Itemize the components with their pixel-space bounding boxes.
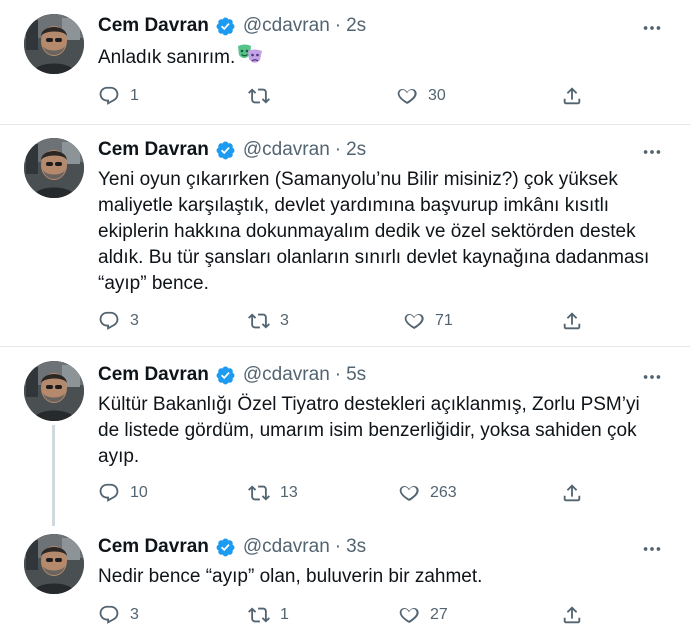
retweet-icon bbox=[248, 310, 270, 332]
tweet-actions: 1 30 bbox=[98, 83, 598, 109]
tweet-text-line: maliyetle karşılaştık, devlet yardımına … bbox=[98, 195, 610, 216]
tweet[interactable]: Cem Davran @cdavran · 2s Yeni oyun çıkar… bbox=[0, 125, 690, 345]
tweet-actions: 10 13 263 bbox=[98, 480, 598, 506]
tweet-text-line: aldık. Bu tür şansları olanların sınırlı… bbox=[98, 247, 650, 268]
tweet-text-line: Yeni oyun çıkarırken (Samanyolu’nu Bilir… bbox=[98, 169, 618, 190]
share-icon bbox=[561, 310, 583, 332]
tweet-text: Nedir bence “ayıp” olan, buluverin bir z… bbox=[98, 564, 673, 590]
avatar[interactable] bbox=[24, 14, 84, 74]
author-name[interactable]: Cem Davran bbox=[98, 536, 209, 558]
like-count: 263 bbox=[430, 484, 457, 501]
heart-icon bbox=[396, 85, 418, 107]
share-button[interactable] bbox=[561, 308, 583, 334]
avatar[interactable] bbox=[24, 361, 84, 421]
tweet-text: Yeni oyun çıkarırken (Samanyolu’nu Bilir… bbox=[98, 167, 673, 297]
share-icon bbox=[561, 604, 583, 626]
more-icon[interactable] bbox=[640, 537, 664, 561]
tweet-header: Cem Davran @cdavran · 2s bbox=[98, 138, 366, 162]
share-button[interactable] bbox=[561, 83, 583, 109]
reply-button[interactable]: 1 bbox=[98, 83, 139, 109]
retweet-icon bbox=[248, 482, 270, 504]
avatar[interactable] bbox=[24, 138, 84, 198]
reply-count: 1 bbox=[130, 87, 139, 104]
tweet-actions: 3 1 27 bbox=[98, 602, 598, 628]
retweet-count: 3 bbox=[280, 312, 289, 329]
separator: · bbox=[334, 536, 342, 557]
tweet-text-line: ekiplerin hakkına dokunmayalım dedik ve … bbox=[98, 221, 636, 242]
retweet-button[interactable]: 1 bbox=[248, 602, 289, 628]
like-count: 30 bbox=[428, 87, 446, 104]
reply-count: 3 bbox=[130, 606, 139, 623]
separator: · bbox=[334, 15, 342, 36]
more-icon[interactable] bbox=[640, 140, 664, 164]
like-button[interactable]: 71 bbox=[403, 308, 453, 334]
reply-button[interactable]: 10 bbox=[98, 480, 148, 506]
separator: · bbox=[334, 139, 342, 160]
retweet-button[interactable]: 13 bbox=[248, 480, 298, 506]
reply-button[interactable]: 3 bbox=[98, 602, 139, 628]
author-handle[interactable]: @cdavran bbox=[243, 139, 330, 161]
author-name[interactable]: Cem Davran bbox=[98, 15, 209, 37]
author-handle[interactable]: @cdavran bbox=[243, 536, 330, 558]
tweet-text-line: ayıp. bbox=[98, 446, 140, 467]
tweet-text: Kültür Bakanlığı Özel Tiyatro destekleri… bbox=[98, 392, 673, 470]
reply-icon bbox=[98, 85, 120, 107]
reply-count: 3 bbox=[130, 312, 139, 329]
thread-line bbox=[52, 425, 55, 526]
author-handle[interactable]: @cdavran bbox=[243, 364, 330, 386]
tweet-text-line: Anladık sanırım. bbox=[98, 44, 673, 74]
separator: · bbox=[334, 364, 342, 385]
tweet-text-line: de listede gördüm, umarım isim benzerliğ… bbox=[98, 420, 637, 441]
share-button[interactable] bbox=[561, 480, 583, 506]
share-icon bbox=[561, 85, 583, 107]
heart-icon bbox=[398, 482, 420, 504]
performing-arts-masks-emoji bbox=[237, 44, 263, 74]
tweet-text-line: Nedir bence “ayıp” olan, buluverin bir z… bbox=[98, 566, 483, 587]
tweet[interactable]: Cem Davran @cdavran · 5s Kültür Bakanlığ… bbox=[0, 347, 690, 526]
timestamp[interactable]: 2s bbox=[346, 15, 366, 37]
retweet-icon bbox=[248, 85, 270, 107]
tweet-actions: 3 3 71 bbox=[98, 308, 598, 334]
like-count: 27 bbox=[430, 606, 448, 623]
heart-icon bbox=[398, 604, 420, 626]
retweet-button[interactable]: 3 bbox=[248, 308, 289, 334]
timestamp[interactable]: 5s bbox=[346, 364, 366, 386]
avatar[interactable] bbox=[24, 534, 84, 594]
reply-icon bbox=[98, 310, 120, 332]
tweet[interactable]: Cem Davran @cdavran · 2s Anladık sanırım… bbox=[0, 0, 690, 124]
retweet-button[interactable] bbox=[248, 83, 280, 109]
reply-button[interactable]: 3 bbox=[98, 308, 139, 334]
verified-badge-icon bbox=[215, 365, 236, 386]
tweet-text: Anladık sanırım. bbox=[98, 44, 673, 74]
tweet-header: Cem Davran @cdavran · 2s bbox=[98, 14, 366, 38]
author-name[interactable]: Cem Davran bbox=[98, 139, 209, 161]
tweet-text-line: Kültür Bakanlığı Özel Tiyatro destekleri… bbox=[98, 394, 640, 415]
verified-badge-icon bbox=[215, 537, 236, 558]
tweet[interactable]: Cem Davran @cdavran · 3s Nedir bence “ay… bbox=[0, 526, 690, 634]
share-icon bbox=[561, 482, 583, 504]
reply-count: 10 bbox=[130, 484, 148, 501]
verified-badge-icon bbox=[215, 16, 236, 37]
reply-icon bbox=[98, 482, 120, 504]
share-button[interactable] bbox=[561, 602, 583, 628]
author-handle[interactable]: @cdavran bbox=[243, 15, 330, 37]
like-count: 71 bbox=[435, 312, 453, 329]
tweet-text-line: “ayıp” bence. bbox=[98, 273, 209, 294]
retweet-icon bbox=[248, 604, 270, 626]
tweet-header: Cem Davran @cdavran · 5s bbox=[98, 363, 366, 387]
like-button[interactable]: 263 bbox=[398, 480, 457, 506]
timestamp[interactable]: 3s bbox=[346, 536, 366, 558]
more-icon[interactable] bbox=[640, 365, 664, 389]
tweet-header: Cem Davran @cdavran · 3s bbox=[98, 535, 366, 559]
reply-icon bbox=[98, 604, 120, 626]
timestamp[interactable]: 2s bbox=[346, 139, 366, 161]
retweet-count: 1 bbox=[280, 606, 289, 623]
author-name[interactable]: Cem Davran bbox=[98, 364, 209, 386]
like-button[interactable]: 27 bbox=[398, 602, 448, 628]
retweet-count: 13 bbox=[280, 484, 298, 501]
verified-badge-icon bbox=[215, 140, 236, 161]
like-button[interactable]: 30 bbox=[396, 83, 446, 109]
heart-icon bbox=[403, 310, 425, 332]
more-icon[interactable] bbox=[640, 16, 664, 40]
